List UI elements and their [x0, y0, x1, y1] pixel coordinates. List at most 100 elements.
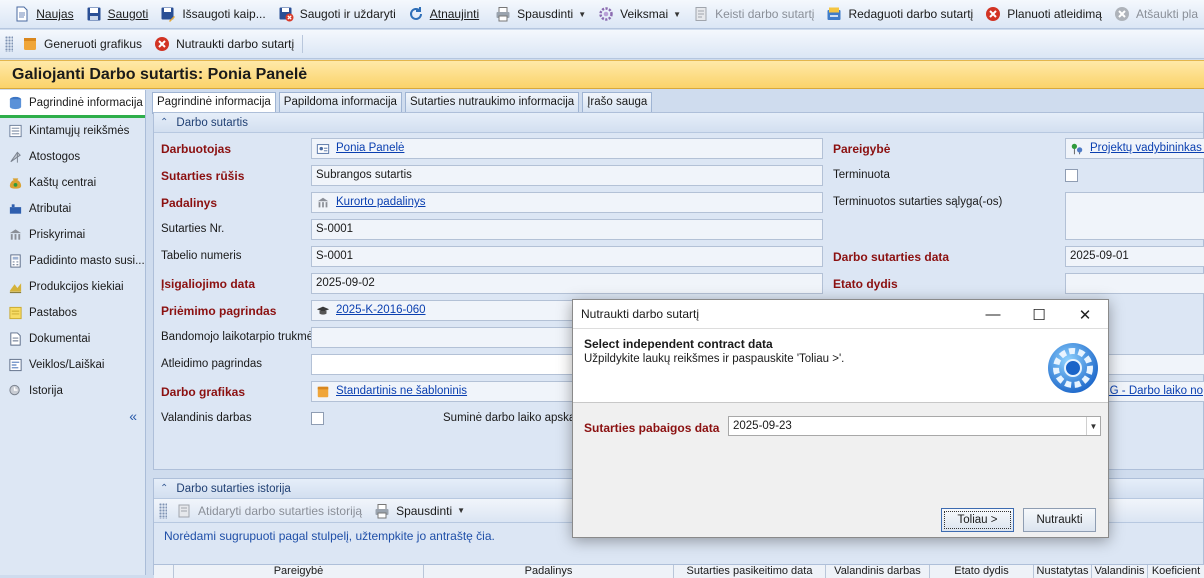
column-header[interactable]: Sutarties pasikeitimo data: [674, 565, 826, 578]
contract-type-label: Sutarties rūšis: [161, 169, 244, 183]
tab-additional-info[interactable]: Papildoma informacija: [279, 92, 402, 112]
wizard-gear-icon: [1046, 341, 1100, 395]
save-close-button[interactable]: Saugoti ir uždaryti: [272, 2, 402, 26]
generate-schedule-button[interactable]: Generuoti grafikus: [16, 32, 148, 56]
fixed-term-conditions-field[interactable]: [1065, 192, 1204, 240]
red-close-icon: [985, 6, 1001, 22]
floppy-disk-icon: [86, 6, 102, 22]
sidebar-item-main-info[interactable]: Pagrindinė informacija: [0, 90, 145, 118]
save-as-button[interactable]: Išsaugoti kaip...: [154, 2, 271, 26]
fte-field[interactable]: [1065, 273, 1204, 294]
collapse-sidebar-button[interactable]: «: [129, 408, 137, 424]
refresh-button[interactable]: Atnaujinti: [402, 2, 485, 26]
column-header[interactable]: Valandinis darbas: [826, 565, 930, 578]
dialog-heading: Select independent contract data: [584, 337, 1108, 351]
sidebar-item-activities[interactable]: Veiklos/Laiškai: [0, 352, 145, 378]
sidebar-item-vacations[interactable]: Atostogos: [0, 144, 145, 170]
division-field[interactable]: Kurorto padalinys: [311, 192, 823, 213]
close-icon: ✕: [1079, 306, 1092, 324]
sidebar-item-increased-scope[interactable]: Padidinto masto susi...: [0, 248, 145, 274]
group-header[interactable]: ⌃ Darbo sutartis: [154, 113, 1203, 133]
position-label: Pareigybė: [833, 142, 890, 156]
sidebar-item-documents[interactable]: Dokumentai: [0, 326, 145, 352]
sidebar-item-attributes[interactable]: Atributai: [0, 196, 145, 222]
sidebar-item-history[interactable]: Istorija: [0, 378, 145, 404]
production-icon: [8, 280, 23, 295]
next-button[interactable]: Toliau >: [941, 508, 1014, 532]
employee-field[interactable]: Ponia Panelė: [311, 138, 823, 159]
grid-corner[interactable]: [154, 565, 174, 578]
secondary-toolbar: Generuoti grafikus Nutraukti darbo sutar…: [0, 30, 1204, 59]
maximize-button[interactable]: ☐: [1016, 300, 1062, 329]
print-button[interactable]: Spausdinti ▼: [489, 2, 592, 26]
recall-plan-button[interactable]: Atšaukti pla: [1108, 2, 1204, 26]
fixed-term-checkbox[interactable]: [1065, 169, 1078, 182]
minimize-button[interactable]: —: [970, 300, 1016, 329]
column-header[interactable]: Koeficient: [1148, 565, 1204, 578]
contract-no-field[interactable]: S-0001: [311, 219, 823, 240]
contract-type-field[interactable]: Subrangos sutartis: [311, 165, 823, 186]
toolbar-grip[interactable]: [5, 36, 13, 52]
open-history-icon: [176, 503, 192, 519]
dismissal-basis-field[interactable]: [311, 354, 576, 375]
column-header[interactable]: Pareigybė: [174, 565, 424, 578]
new-button[interactable]: Naujas: [8, 2, 79, 26]
page-title: Galiojanti Darbo sutartis: Ponia Panelė: [0, 60, 1204, 89]
work-schedule-field[interactable]: Standartinis ne šabloninis: [311, 381, 576, 402]
red-close-icon: [154, 36, 170, 52]
person-card-icon: [316, 142, 330, 156]
history-print-button[interactable]: Spausdinti ▼: [368, 499, 471, 523]
fte-label: Etato dydis: [833, 277, 898, 291]
column-header[interactable]: Etato dydis: [930, 565, 1034, 578]
dialog-window-controls: — ☐ ✕: [970, 300, 1108, 329]
tabel-no-field[interactable]: S-0001: [311, 246, 823, 267]
open-history-button[interactable]: Atidaryti darbo sutarties istoriją: [170, 499, 368, 523]
column-header[interactable]: Padalinys: [424, 565, 674, 578]
graduation-cap-icon: [316, 304, 330, 318]
chevron-up-icon: ⌃: [160, 117, 168, 128]
actions-button[interactable]: Veiksmai ▼: [592, 2, 687, 26]
chevron-up-icon: ⌃: [160, 483, 168, 494]
cancel-button[interactable]: Nutraukti: [1023, 508, 1096, 532]
gray-close-icon: [1114, 6, 1130, 22]
terminate-contract-button[interactable]: Nutraukti darbo sutartį: [148, 32, 300, 56]
change-contract-button[interactable]: Keisti darbo sutartį: [687, 2, 820, 26]
division-label: Padalinys: [161, 196, 217, 210]
column-header[interactable]: Valandinis: [1092, 565, 1148, 578]
note-icon: [8, 306, 23, 321]
column-header[interactable]: Nustatytas: [1034, 565, 1092, 578]
sidebar-item-notes[interactable]: Pastabos: [0, 300, 145, 326]
sidebar-item-assignments[interactable]: Priskyrimai: [0, 222, 145, 248]
tab-record-security[interactable]: Įrašo sauga: [582, 92, 652, 112]
schedule-icon: [22, 36, 38, 52]
toolbar-separator: [302, 35, 303, 53]
chevron-down-icon[interactable]: ▼: [673, 10, 681, 19]
chevron-down-icon[interactable]: ▼: [578, 10, 586, 19]
building-icon: [8, 228, 23, 243]
minimize-icon: —: [986, 306, 1001, 323]
sidebar-item-production[interactable]: Produkcijos kiekiai: [0, 274, 145, 300]
sidebar-item-variables[interactable]: Kintamųjų reikšmės: [0, 118, 145, 144]
plan-dismissal-button[interactable]: Planuoti atleidimą: [979, 2, 1108, 26]
save-button[interactable]: Saugoti: [80, 2, 155, 26]
position-field[interactable]: Projektų vadybininkas (: [1065, 138, 1204, 159]
tab-termination-info[interactable]: Sutarties nutraukimo informacija: [405, 92, 579, 112]
hourly-checkbox[interactable]: [311, 412, 324, 425]
toolbar-grip[interactable]: [159, 503, 167, 519]
terminate-contract-dialog: Nutraukti darbo sutartį — ☐ ✕ Select ind…: [572, 299, 1109, 538]
chevron-down-icon[interactable]: ▼: [1086, 417, 1100, 435]
probation-field[interactable]: [311, 327, 576, 348]
sidebar-item-cost-centers[interactable]: Kaštų centrai: [0, 170, 145, 196]
effective-date-field[interactable]: 2025-09-02: [311, 273, 823, 294]
close-button[interactable]: ✕: [1062, 300, 1108, 329]
edit-contract-button[interactable]: Redaguoti darbo sutartį: [820, 2, 979, 26]
tab-strip: Pagrindinė informacija Papildoma informa…: [152, 92, 655, 112]
tab-main-info[interactable]: Pagrindinė informacija: [152, 92, 276, 114]
save-as-icon: [160, 6, 176, 22]
vacation-icon: [8, 150, 23, 165]
chevron-down-icon[interactable]: ▼: [457, 506, 465, 515]
contract-date-field[interactable]: 2025-09-01: [1065, 246, 1204, 267]
end-date-input[interactable]: 2025-09-23 ▼: [728, 416, 1101, 436]
dialog-title: Nutraukti darbo sutartį: [581, 307, 699, 321]
hire-basis-field[interactable]: 2025-K-2016-060: [311, 300, 576, 321]
